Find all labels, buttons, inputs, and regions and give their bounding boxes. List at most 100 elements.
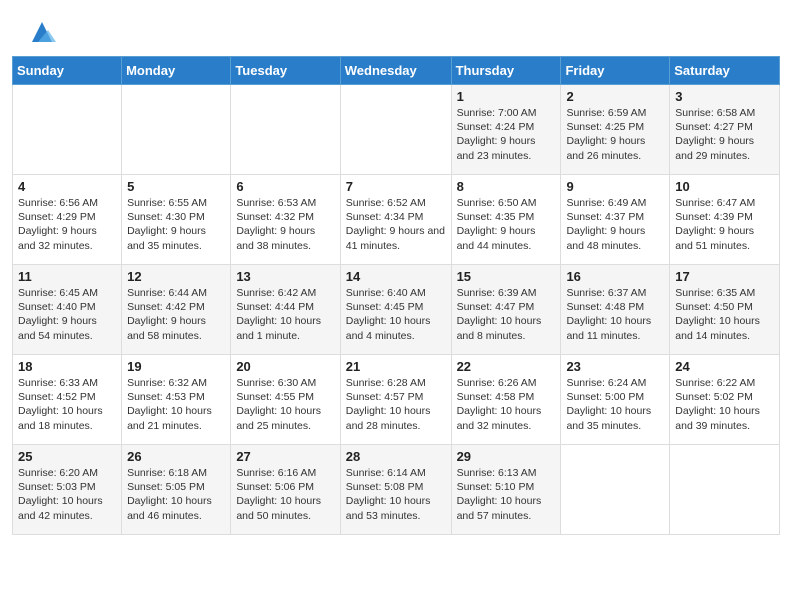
- calendar-cell: 14 Sunrise: 6:40 AM Sunset: 4:45 PM Dayli…: [340, 265, 451, 355]
- day-detail: Sunrise: 6:16 AM Sunset: 5:06 PM Dayligh…: [236, 466, 334, 523]
- day-number: 15: [457, 269, 556, 284]
- day-number: 21: [346, 359, 446, 374]
- day-detail: Sunrise: 6:13 AM Sunset: 5:10 PM Dayligh…: [457, 466, 556, 523]
- calendar-cell: 4 Sunrise: 6:56 AM Sunset: 4:29 PM Daylig…: [13, 175, 122, 265]
- day-detail: Sunrise: 6:37 AM Sunset: 4:48 PM Dayligh…: [566, 286, 664, 343]
- day-number: 16: [566, 269, 664, 284]
- calendar-cell: 25 Sunrise: 6:20 AM Sunset: 5:03 PM Dayli…: [13, 445, 122, 535]
- calendar-week-row: 18Sunrise: 6:33 AM Sunset: 4:52 PM Dayli…: [13, 355, 780, 445]
- calendar-cell: 10Sunrise: 6:47 AM Sunset: 4:39 PM Dayli…: [670, 175, 780, 265]
- day-number: 10: [675, 179, 774, 194]
- calendar-week-row: 4 Sunrise: 6:56 AM Sunset: 4:29 PM Daylig…: [13, 175, 780, 265]
- calendar-cell: [122, 85, 231, 175]
- day-detail: Sunrise: 6:24 AM Sunset: 5:00 PM Dayligh…: [566, 376, 664, 433]
- calendar-cell: [13, 85, 122, 175]
- day-number: 8: [457, 179, 556, 194]
- calendar-cell: 19 Sunrise: 6:32 AM Sunset: 4:53 PM Dayli…: [122, 355, 231, 445]
- day-detail: Sunrise: 6:28 AM Sunset: 4:57 PM Dayligh…: [346, 376, 446, 433]
- day-detail: Sunrise: 6:22 AM Sunset: 5:02 PM Dayligh…: [675, 376, 774, 433]
- calendar-cell: 3Sunrise: 6:58 AM Sunset: 4:27 PM Daylig…: [670, 85, 780, 175]
- day-detail: Sunrise: 6:30 AM Sunset: 4:55 PM Dayligh…: [236, 376, 334, 433]
- calendar-cell: 5 Sunrise: 6:55 AM Sunset: 4:30 PM Daylig…: [122, 175, 231, 265]
- day-detail: Sunrise: 6:33 AM Sunset: 4:52 PM Dayligh…: [18, 376, 116, 433]
- day-number: 14: [346, 269, 446, 284]
- calendar-wrapper: SundayMondayTuesdayWednesdayThursdayFrid…: [0, 56, 792, 547]
- day-detail: Sunrise: 6:49 AM Sunset: 4:37 PM Dayligh…: [566, 196, 664, 253]
- calendar-cell: [670, 445, 780, 535]
- calendar-cell: 2 Sunrise: 6:59 AM Sunset: 4:25 PM Daylig…: [561, 85, 670, 175]
- day-detail: Sunrise: 6:20 AM Sunset: 5:03 PM Dayligh…: [18, 466, 116, 523]
- day-number: 9: [566, 179, 664, 194]
- calendar-cell: 7 Sunrise: 6:52 AM Sunset: 4:34 PM Daylig…: [340, 175, 451, 265]
- calendar-cell: [561, 445, 670, 535]
- day-number: 2: [566, 89, 664, 104]
- calendar-cell: 16 Sunrise: 6:37 AM Sunset: 4:48 PM Dayli…: [561, 265, 670, 355]
- day-number: 13: [236, 269, 334, 284]
- day-number: 28: [346, 449, 446, 464]
- col-header-saturday: Saturday: [670, 57, 780, 85]
- day-number: 26: [127, 449, 225, 464]
- calendar-cell: 22 Sunrise: 6:26 AM Sunset: 4:58 PM Dayli…: [451, 355, 561, 445]
- col-header-friday: Friday: [561, 57, 670, 85]
- day-number: 1: [457, 89, 556, 104]
- day-detail: Sunrise: 6:26 AM Sunset: 4:58 PM Dayligh…: [457, 376, 556, 433]
- day-number: 22: [457, 359, 556, 374]
- day-detail: Sunrise: 6:18 AM Sunset: 5:05 PM Dayligh…: [127, 466, 225, 523]
- day-number: 27: [236, 449, 334, 464]
- day-number: 5: [127, 179, 225, 194]
- day-number: 7: [346, 179, 446, 194]
- calendar-cell: 1 Sunrise: 7:00 AM Sunset: 4:24 PM Daylig…: [451, 85, 561, 175]
- calendar-cell: 23 Sunrise: 6:24 AM Sunset: 5:00 PM Dayli…: [561, 355, 670, 445]
- day-number: 24: [675, 359, 774, 374]
- day-number: 17: [675, 269, 774, 284]
- calendar-cell: 24 Sunrise: 6:22 AM Sunset: 5:02 PM Dayli…: [670, 355, 780, 445]
- calendar-cell: [340, 85, 451, 175]
- day-number: 20: [236, 359, 334, 374]
- calendar-cell: [231, 85, 340, 175]
- day-number: 12: [127, 269, 225, 284]
- page-header: [0, 0, 792, 56]
- day-detail: Sunrise: 6:14 AM Sunset: 5:08 PM Dayligh…: [346, 466, 446, 523]
- day-number: 25: [18, 449, 116, 464]
- col-header-tuesday: Tuesday: [231, 57, 340, 85]
- day-detail: Sunrise: 6:32 AM Sunset: 4:53 PM Dayligh…: [127, 376, 225, 433]
- calendar-cell: 27 Sunrise: 6:16 AM Sunset: 5:06 PM Dayli…: [231, 445, 340, 535]
- day-number: 6: [236, 179, 334, 194]
- calendar-cell: 9 Sunrise: 6:49 AM Sunset: 4:37 PM Daylig…: [561, 175, 670, 265]
- day-number: 11: [18, 269, 116, 284]
- day-detail: Sunrise: 6:45 AM Sunset: 4:40 PM Dayligh…: [18, 286, 116, 343]
- day-detail: Sunrise: 6:44 AM Sunset: 4:42 PM Dayligh…: [127, 286, 225, 343]
- day-detail: Sunrise: 6:58 AM Sunset: 4:27 PM Dayligh…: [675, 106, 774, 163]
- logo: [24, 18, 56, 46]
- calendar-cell: 6 Sunrise: 6:53 AM Sunset: 4:32 PM Daylig…: [231, 175, 340, 265]
- calendar-cell: 11 Sunrise: 6:45 AM Sunset: 4:40 PM Dayli…: [13, 265, 122, 355]
- day-detail: Sunrise: 6:39 AM Sunset: 4:47 PM Dayligh…: [457, 286, 556, 343]
- col-header-monday: Monday: [122, 57, 231, 85]
- day-detail: Sunrise: 6:55 AM Sunset: 4:30 PM Dayligh…: [127, 196, 225, 253]
- day-number: 4: [18, 179, 116, 194]
- calendar-cell: 26 Sunrise: 6:18 AM Sunset: 5:05 PM Dayli…: [122, 445, 231, 535]
- calendar-header-row: SundayMondayTuesdayWednesdayThursdayFrid…: [13, 57, 780, 85]
- col-header-wednesday: Wednesday: [340, 57, 451, 85]
- day-detail: Sunrise: 6:50 AM Sunset: 4:35 PM Dayligh…: [457, 196, 556, 253]
- col-header-sunday: Sunday: [13, 57, 122, 85]
- calendar-table: SundayMondayTuesdayWednesdayThursdayFrid…: [12, 56, 780, 535]
- calendar-cell: 21 Sunrise: 6:28 AM Sunset: 4:57 PM Dayli…: [340, 355, 451, 445]
- calendar-cell: 18Sunrise: 6:33 AM Sunset: 4:52 PM Dayli…: [13, 355, 122, 445]
- day-number: 23: [566, 359, 664, 374]
- day-detail: Sunrise: 7:00 AM Sunset: 4:24 PM Dayligh…: [457, 106, 556, 163]
- day-detail: Sunrise: 6:56 AM Sunset: 4:29 PM Dayligh…: [18, 196, 116, 253]
- calendar-cell: 20 Sunrise: 6:30 AM Sunset: 4:55 PM Dayli…: [231, 355, 340, 445]
- day-detail: Sunrise: 6:53 AM Sunset: 4:32 PM Dayligh…: [236, 196, 334, 253]
- day-number: 29: [457, 449, 556, 464]
- calendar-cell: 13Sunrise: 6:42 AM Sunset: 4:44 PM Dayli…: [231, 265, 340, 355]
- calendar-cell: 12 Sunrise: 6:44 AM Sunset: 4:42 PM Dayli…: [122, 265, 231, 355]
- calendar-cell: 8 Sunrise: 6:50 AM Sunset: 4:35 PM Daylig…: [451, 175, 561, 265]
- day-detail: Sunrise: 6:59 AM Sunset: 4:25 PM Dayligh…: [566, 106, 664, 163]
- calendar-week-row: 1 Sunrise: 7:00 AM Sunset: 4:24 PM Daylig…: [13, 85, 780, 175]
- day-number: 19: [127, 359, 225, 374]
- day-detail: Sunrise: 6:35 AM Sunset: 4:50 PM Dayligh…: [675, 286, 774, 343]
- day-detail: Sunrise: 6:52 AM Sunset: 4:34 PM Dayligh…: [346, 196, 446, 253]
- col-header-thursday: Thursday: [451, 57, 561, 85]
- day-detail: Sunrise: 6:40 AM Sunset: 4:45 PM Dayligh…: [346, 286, 446, 343]
